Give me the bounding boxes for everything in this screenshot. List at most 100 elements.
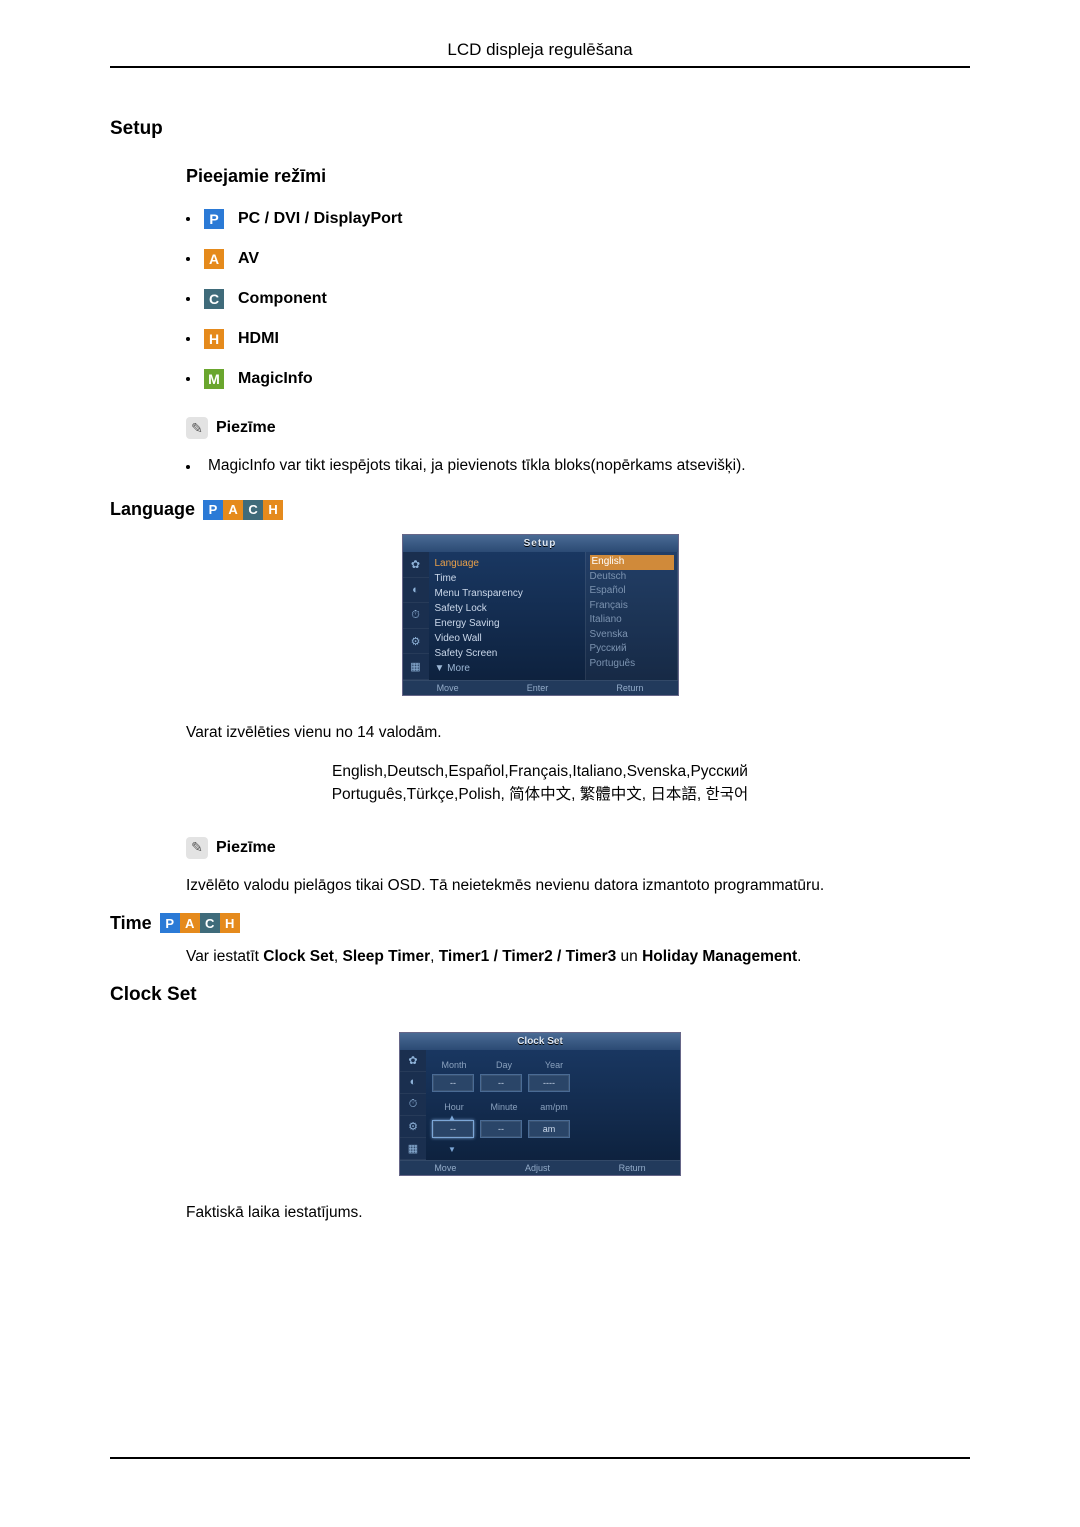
- setup-heading: Setup: [110, 118, 970, 140]
- clock-value-minute: --: [480, 1120, 522, 1138]
- time-intro-prefix: Var iestatīt: [186, 948, 263, 965]
- language-heading-text: Language: [110, 499, 195, 520]
- time-heading: Time P A C H: [110, 913, 970, 934]
- bullet-icon: [186, 217, 190, 221]
- osd-menu-item: Energy Saving: [435, 616, 579, 631]
- clock-label-ampm: am/pm: [532, 1102, 576, 1112]
- osd-lang-item: Deutsch: [590, 570, 674, 585]
- osd-lang-item: Français: [590, 599, 674, 614]
- note-icon: [186, 417, 208, 439]
- clock-label-year: Year: [532, 1060, 576, 1070]
- clock-value-hour: --: [432, 1120, 474, 1138]
- osd-language-list: English Deutsch Español Français Italian…: [585, 552, 678, 680]
- osd-title: Setup: [403, 535, 678, 552]
- language-options-block: English,Deutsch,Español,Français,Italian…: [110, 760, 970, 807]
- osd-menu-more: ▼ More: [435, 661, 579, 676]
- osd-lang-item: Svenska: [590, 628, 674, 643]
- time-clock-set: Clock Set: [263, 948, 334, 965]
- clock-label-month: Month: [432, 1060, 476, 1070]
- note-text: MagicInfo var tikt iespējots tikai, ja p…: [208, 457, 746, 475]
- osd-lang-item: Español: [590, 584, 674, 599]
- osd-icon-column: ✿ ◐ ⏱ ⚙ ▦: [400, 1050, 426, 1160]
- bullet-icon: [186, 257, 190, 261]
- clock-label-hour: Hour: [432, 1102, 476, 1112]
- bullet-icon: [186, 377, 190, 381]
- header-rule: [110, 66, 970, 68]
- language-note-text: Izvēlēto valodu pielāgos tikai OSD. Tā n…: [186, 877, 970, 895]
- badge-p-icon: P: [203, 500, 223, 520]
- language-options-line: English,Deutsch,Español,Français,Italian…: [110, 760, 970, 783]
- osd-tab-icon: ⏱: [403, 603, 429, 629]
- osd-footer: Move Adjust Return: [400, 1160, 680, 1175]
- badge-a-icon: A: [204, 249, 224, 269]
- badge-h-icon: H: [204, 329, 224, 349]
- language-heading: Language P A C H: [110, 499, 970, 520]
- badge-a-icon: A: [180, 913, 200, 933]
- clock-caption: Faktiskā laika iestatījums.: [186, 1204, 970, 1222]
- note-row: Piezīme: [186, 837, 970, 859]
- osd-tab-icon: ◐: [403, 578, 429, 604]
- time-sleep-timer: Sleep Timer: [343, 948, 431, 965]
- mode-item-hdmi: H HDMI: [186, 329, 970, 349]
- bullet-icon: [186, 297, 190, 301]
- note-row: Piezīme: [186, 417, 970, 439]
- time-badge-group: P A C H: [160, 913, 240, 933]
- osd-setup-screenshot: Setup ✿ ◐ ⏱ ⚙ ▦ Language Time Menu Trans…: [402, 534, 679, 696]
- note-label: Piezīme: [216, 419, 276, 437]
- badge-a-icon: A: [223, 500, 243, 520]
- mode-item-av: A AV: [186, 249, 970, 269]
- clock-label-day: Day: [482, 1060, 526, 1070]
- osd-tab-icon: ✿: [403, 552, 429, 578]
- clock-value-year: ----: [528, 1074, 570, 1092]
- osd-lang-item: Русский: [590, 642, 674, 657]
- note-icon: [186, 837, 208, 859]
- badge-h-icon: H: [263, 500, 283, 520]
- osd-tab-icon: ⚙: [403, 629, 429, 655]
- time-heading-text: Time: [110, 913, 152, 934]
- clock-value-month: --: [432, 1074, 474, 1092]
- bullet-icon: [186, 465, 190, 469]
- osd-footer: Move Enter Return: [403, 680, 678, 695]
- separator: ,: [334, 948, 343, 965]
- osd-tab-icon: ⏱: [400, 1094, 426, 1116]
- osd-menu-item: Time: [435, 571, 579, 586]
- note-label: Piezīme: [216, 839, 276, 857]
- osd-lang-selected: English: [590, 555, 674, 570]
- osd-tab-icon: ✿: [400, 1050, 426, 1072]
- note-text-row: MagicInfo var tikt iespējots tikai, ja p…: [186, 457, 970, 475]
- badge-p-icon: P: [160, 913, 180, 933]
- osd-lang-item: Português: [590, 657, 674, 672]
- separator: ,: [430, 948, 439, 965]
- modes-heading: Pieejamie režīmi: [186, 166, 970, 187]
- osd-menu-item: Language: [435, 556, 579, 571]
- clock-form: Month Day Year -- -- ---- Hour Minute am…: [426, 1050, 680, 1160]
- mode-label: PC / DVI / DisplayPort: [238, 210, 402, 228]
- clock-label-minute: Minute: [482, 1102, 526, 1112]
- osd-menu-item: Safety Screen: [435, 646, 579, 661]
- mode-label: Component: [238, 290, 327, 308]
- language-choose-text: Varat izvēlēties vienu no 14 valodām.: [186, 724, 970, 742]
- time-period: .: [797, 948, 801, 965]
- osd-menu-column: Language Time Menu Transparency Safety L…: [429, 552, 585, 680]
- osd-tab-icon: ▦: [400, 1138, 426, 1160]
- badge-c-icon: C: [243, 500, 263, 520]
- osd-clock-screenshot: Clock Set ✿ ◐ ⏱ ⚙ ▦ Month Day Year -- --…: [399, 1032, 681, 1176]
- osd-footer-move: Move: [437, 683, 459, 693]
- osd-menu-item: Menu Transparency: [435, 586, 579, 601]
- osd-title: Clock Set: [400, 1033, 680, 1050]
- footer-rule: [110, 1457, 970, 1459]
- mode-item-magicinfo: M MagicInfo: [186, 369, 970, 389]
- clock-set-heading: Clock Set: [110, 984, 970, 1006]
- osd-footer-adjust: Adjust: [525, 1163, 550, 1173]
- osd-lang-item: Italiano: [590, 613, 674, 628]
- page-header-title: LCD displeja regulēšana: [110, 40, 970, 66]
- osd-footer-return: Return: [616, 683, 643, 693]
- time-timers: Timer1 / Timer2 / Timer3: [439, 948, 617, 965]
- osd-footer-move: Move: [434, 1163, 456, 1173]
- mode-item-component: C Component: [186, 289, 970, 309]
- badge-h-icon: H: [220, 913, 240, 933]
- osd-icon-column: ✿ ◐ ⏱ ⚙ ▦: [403, 552, 429, 680]
- arrow-down-icon: ▼: [432, 1146, 472, 1154]
- clock-value-ampm: am: [528, 1120, 570, 1138]
- osd-footer-return: Return: [619, 1163, 646, 1173]
